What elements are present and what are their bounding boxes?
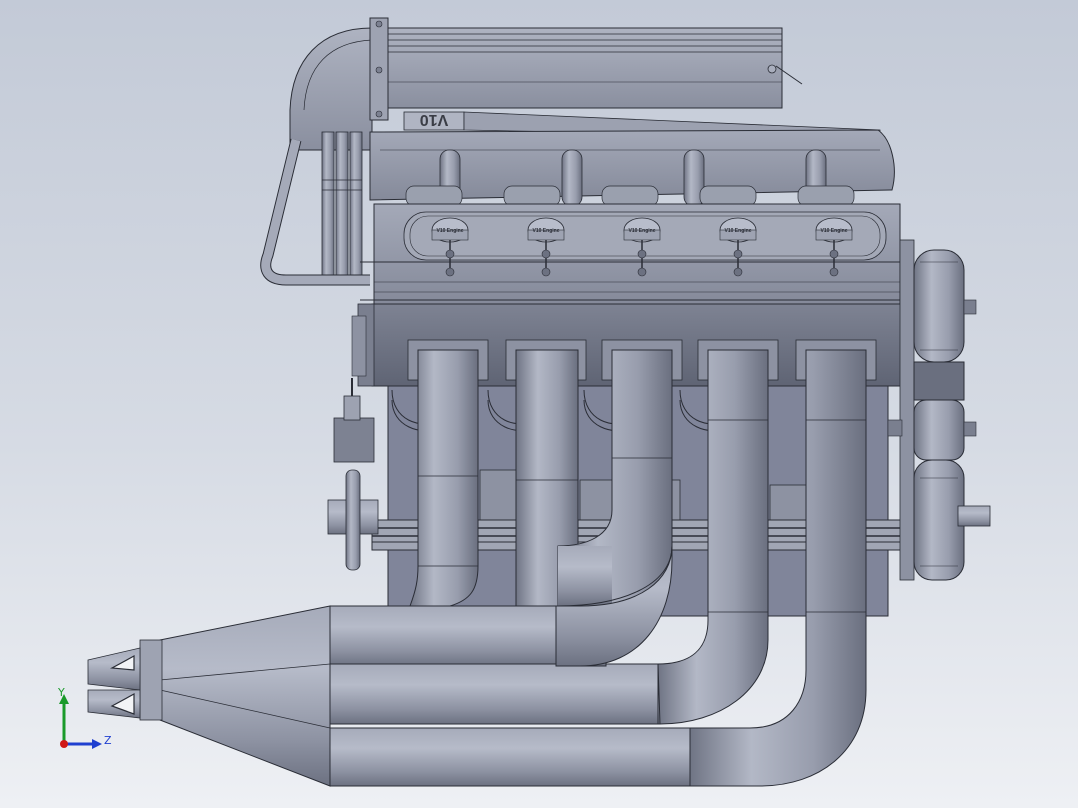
coil-label: V10 Engine <box>437 228 464 234</box>
coil-label: V10 Engine <box>725 228 752 234</box>
pulley-lower[interactable] <box>913 459 965 581</box>
intake-manifold[interactable] <box>369 129 895 207</box>
pulley-middle[interactable] <box>913 399 977 461</box>
throttle-feed-pipes[interactable] <box>260 131 370 286</box>
view-orientation-triad: Y Z <box>52 686 122 752</box>
coil-label: V10 Engine <box>821 228 848 234</box>
x-axis-dot <box>60 740 68 748</box>
throttle-elbow[interactable] <box>289 17 389 151</box>
intake-plenum[interactable] <box>387 27 803 109</box>
y-axis-label: Y <box>57 686 65 699</box>
flywheel[interactable] <box>327 469 379 571</box>
z-axis-label: Z <box>104 734 112 747</box>
v10-badge: V10 <box>403 111 465 131</box>
accessory-drive[interactable] <box>887 239 991 581</box>
coil-label: V10 Engine <box>629 228 656 234</box>
graphics-viewport[interactable]: V10 V10 Engine V10 Engine V10 Engine V10… <box>0 0 1078 808</box>
exhaust-collector[interactable] <box>87 605 331 787</box>
badge-text: V10 <box>420 111 449 128</box>
pulley-upper[interactable] <box>913 249 977 363</box>
header-pipe[interactable] <box>409 349 479 607</box>
exhaust-outlet[interactable] <box>87 647 141 691</box>
engine-model[interactable]: V10 V10 Engine V10 Engine V10 Engine V10… <box>0 0 1078 808</box>
coil-label: V10 Engine <box>533 228 560 234</box>
